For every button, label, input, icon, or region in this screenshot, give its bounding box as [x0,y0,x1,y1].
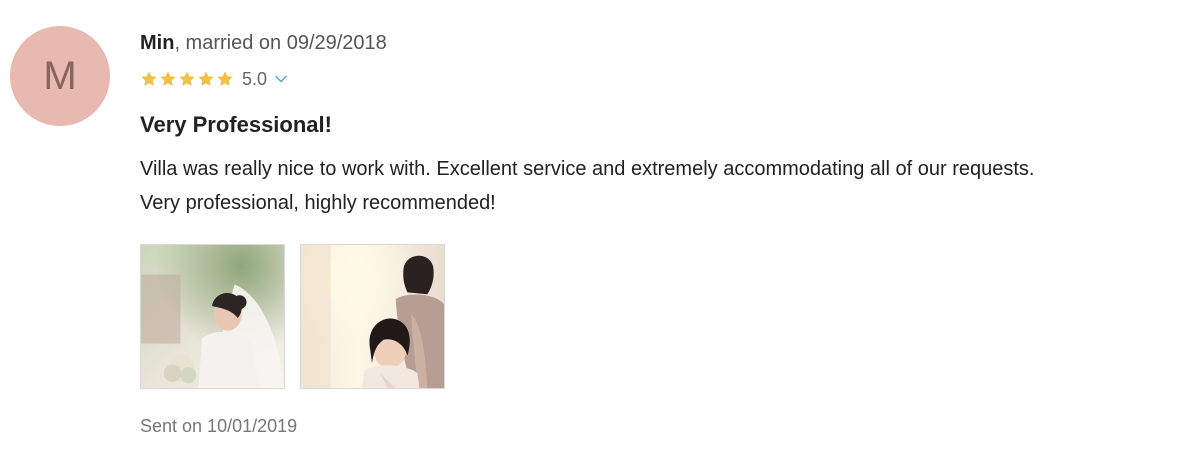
reviewer-name: Min [140,32,175,54]
star-icon [198,71,214,86]
reviewer-avatar: M [10,26,110,126]
bride-photo-image [141,245,284,388]
star-icon [160,71,176,86]
review-photo-bride-veil[interactable] [140,244,285,389]
married-date: , married on 09/29/2018 [174,32,387,54]
bride-hair-photo-image [301,245,444,388]
review-body: Villa was really nice to work with. Exce… [140,152,1180,220]
sent-date: Sent on 10/01/2019 [140,416,298,436]
star-icon [179,71,195,86]
review-photo-bride-hair[interactable] [300,244,445,389]
star-icon [217,71,233,86]
reviewer-line: Min, married on 09/29/2018 [140,28,1180,58]
review-title: Very Professional! [140,112,332,137]
star-icon [141,71,157,86]
review-body-line: Villa was really nice to work with. Exce… [140,158,1035,180]
avatar-initial: M [43,54,77,98]
star-rating [140,70,234,88]
rating-value: 5.0 [242,68,268,89]
review-photos [140,244,1180,389]
review-card: Min, married on 09/29/2018 5.0 Very Prof… [140,28,1180,437]
chevron-down-icon[interactable] [274,72,288,86]
rating-row: 5.0 [140,67,1180,91]
review-body-line: Very professional, highly recommended! [140,192,496,214]
